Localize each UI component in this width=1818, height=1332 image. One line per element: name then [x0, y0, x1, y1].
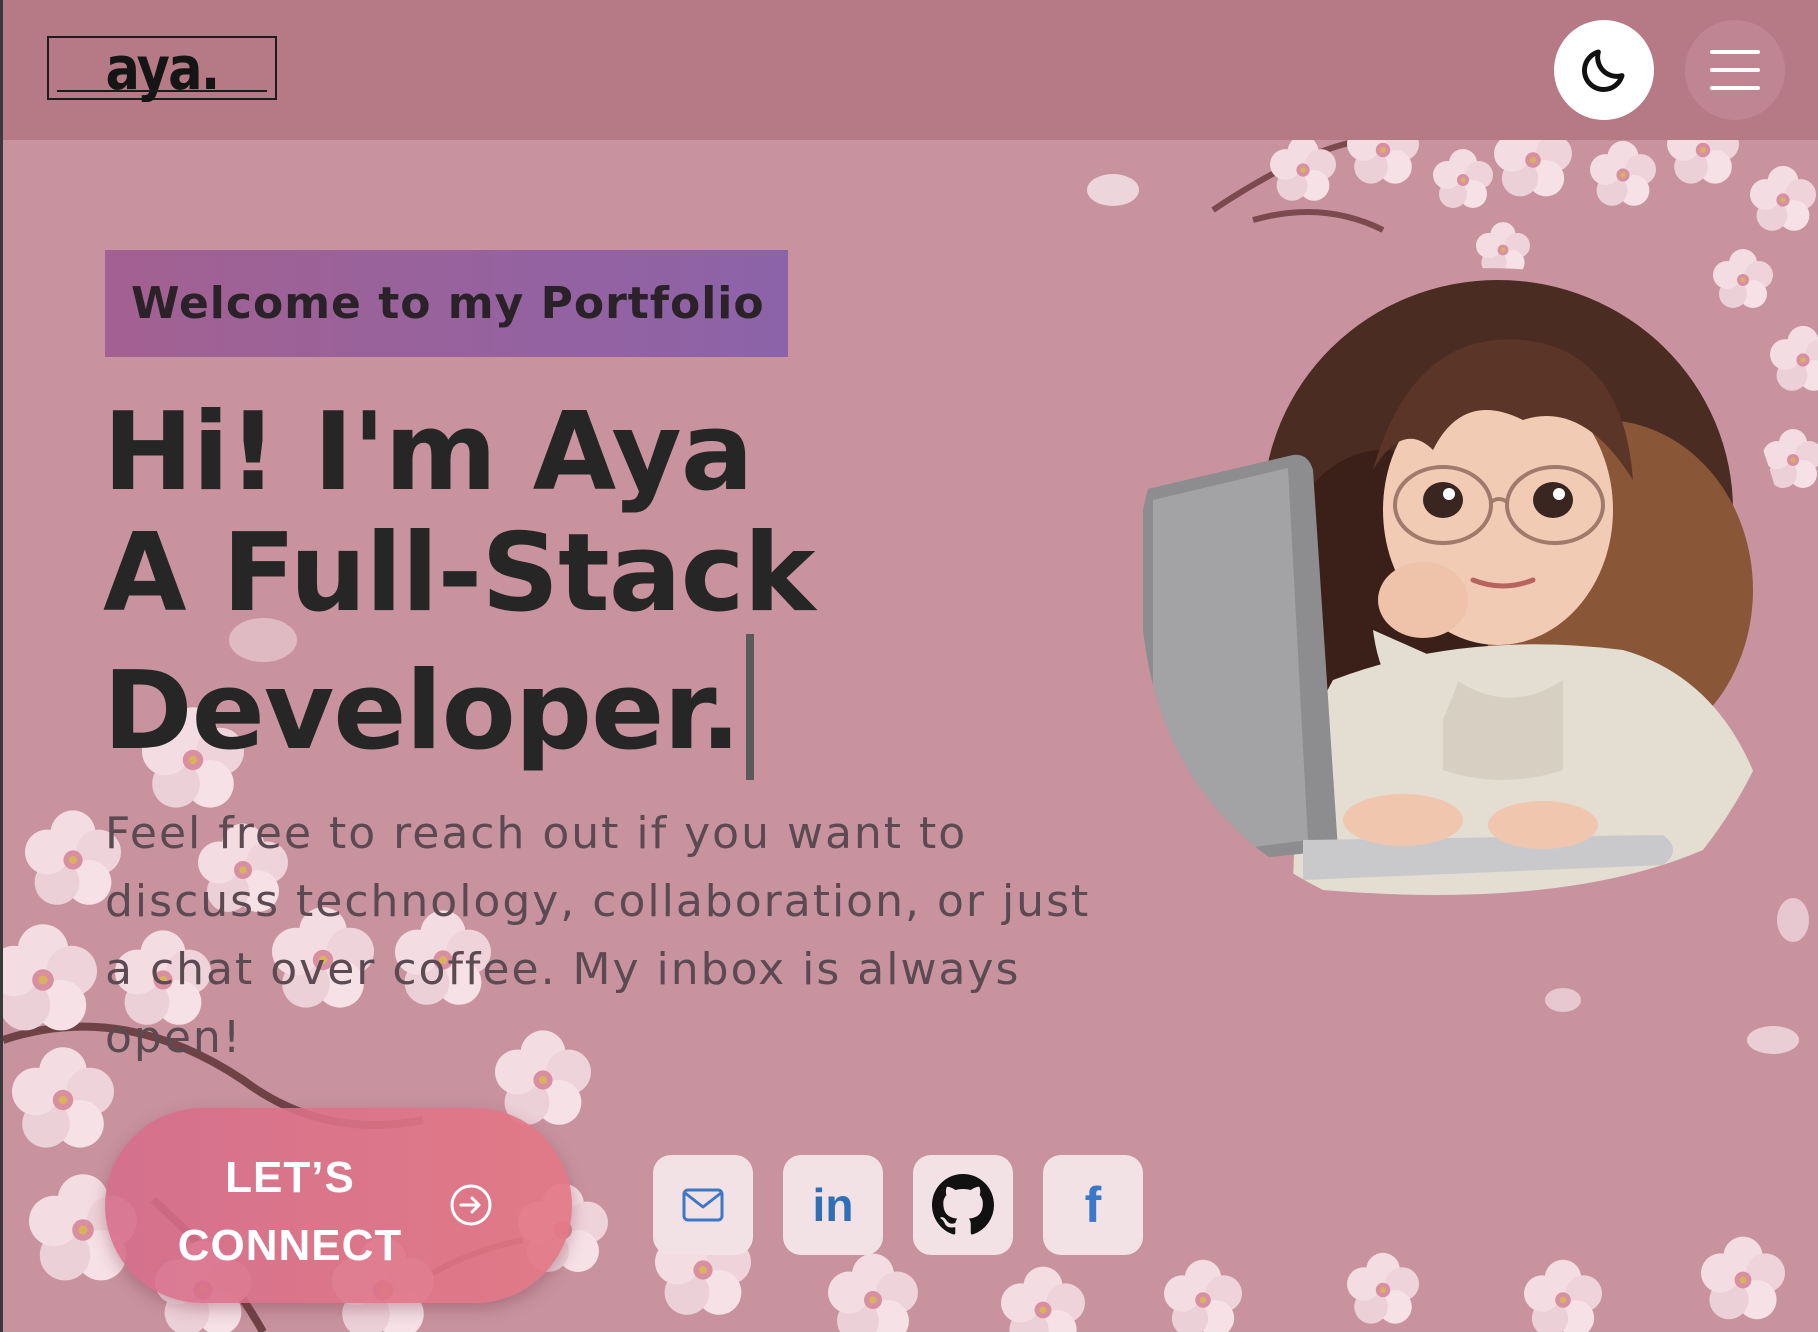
- connect-label-line-2: CONNECT: [177, 1221, 403, 1270]
- headline-line-3: Developer.: [103, 634, 814, 780]
- logo-text: aya.: [105, 34, 220, 104]
- intro-paragraph: Feel free to reach out if you want to di…: [105, 808, 1091, 1063]
- moon-icon: [1582, 49, 1625, 92]
- lets-connect-button[interactable]: LET’S CONNECT: [105, 1108, 572, 1303]
- linkedin-icon: in: [812, 1179, 854, 1231]
- github-social-button[interactable]: [913, 1155, 1013, 1255]
- github-icon: [932, 1174, 994, 1235]
- hero-headline: Hi! I'm Aya A Full-Stack Developer.: [103, 390, 815, 780]
- logo-underline: [57, 90, 267, 92]
- typing-caret: [746, 634, 755, 780]
- headline-line-2: A Full-Stack: [103, 511, 815, 636]
- facebook-icon: f: [1084, 1177, 1102, 1233]
- connect-label-line-1: LET’S: [225, 1153, 355, 1202]
- menu-button[interactable]: [1685, 20, 1785, 120]
- hamburger-menu-icon: [1710, 50, 1760, 90]
- linkedin-social-button[interactable]: in: [783, 1155, 883, 1255]
- facebook-social-button[interactable]: f: [1043, 1155, 1143, 1255]
- hero-section: Welcome to my Portfolio Hi! I'm Aya A Fu…: [3, 0, 1818, 1332]
- email-social-button[interactable]: [653, 1155, 753, 1255]
- connect-button-label: LET’S CONNECT: [175, 1144, 405, 1280]
- welcome-tag: Welcome to my Portfolio: [105, 250, 788, 357]
- welcome-tag-text: Welcome to my Portfolio: [131, 278, 765, 329]
- headline-line-1: Hi! I'm Aya: [103, 390, 754, 515]
- arrow-right-circle-icon: [450, 1184, 492, 1226]
- theme-toggle-button[interactable]: [1554, 20, 1654, 120]
- mail-icon: [682, 1188, 724, 1222]
- portfolio-page: aya. Welcome to my Portfolio Hi! I'm Aya…: [0, 0, 1818, 1332]
- top-navbar: aya.: [3, 0, 1818, 140]
- headline-line-3-text: Developer.: [103, 649, 741, 774]
- site-logo[interactable]: aya.: [47, 34, 277, 104]
